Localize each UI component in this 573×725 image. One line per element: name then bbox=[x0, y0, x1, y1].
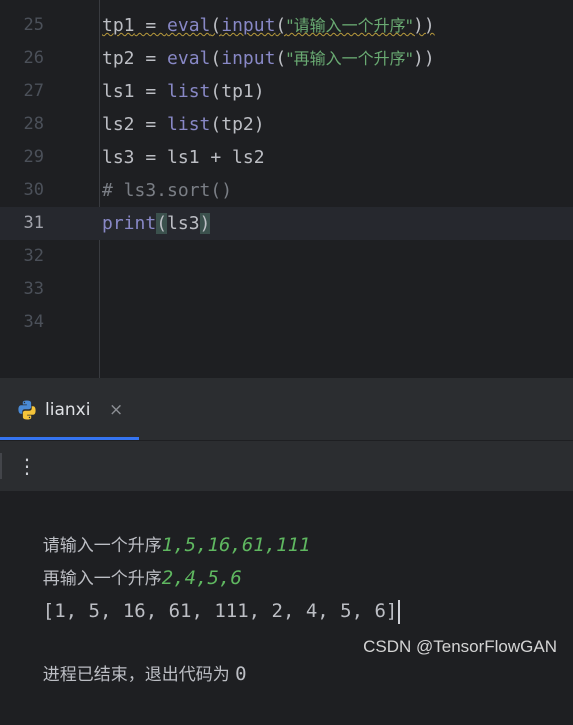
run-toolbar: ⋮ bbox=[0, 441, 573, 491]
text-caret bbox=[398, 599, 401, 624]
line-number: 28 bbox=[23, 114, 44, 134]
exit-message: 进程已结束，退出代码为 bbox=[42, 665, 236, 685]
code-line[interactable]: 32 bbox=[0, 240, 573, 273]
console-line: [1, 5, 16, 61, 111, 2, 4, 5, 6] bbox=[0, 562, 401, 624]
console-line: 进程已结束，退出代码为 0 bbox=[0, 625, 247, 685]
current-code-line[interactable]: 31 print(ls3) bbox=[0, 207, 573, 240]
watermark: CSDN @TensorFlowGAN bbox=[363, 637, 557, 656]
python-icon bbox=[18, 400, 36, 420]
code-line[interactable]: 34 bbox=[0, 306, 573, 339]
console-output: [1, 5, 16, 61, 111, 2, 4, 5, 6] bbox=[42, 600, 398, 622]
line-number: 33 bbox=[23, 279, 44, 299]
tab-label: lianxi bbox=[45, 400, 91, 420]
active-tab-indicator bbox=[0, 437, 139, 440]
line-number: 25 bbox=[23, 15, 44, 35]
code-text[interactable]: ls2 = list(tp2) bbox=[102, 108, 265, 141]
line-number: 32 bbox=[23, 246, 44, 266]
code-line[interactable]: 25 tp1 = eval(input("请输入一个升序")) bbox=[0, 9, 573, 42]
tab-lianxi[interactable]: lianxi × bbox=[0, 380, 139, 440]
code-text[interactable]: print(ls3) bbox=[102, 207, 211, 240]
code-line[interactable]: 33 bbox=[0, 273, 573, 306]
code-text[interactable]: ls1 = list(tp1) bbox=[102, 75, 265, 108]
line-number: 29 bbox=[23, 147, 44, 167]
close-icon[interactable]: × bbox=[109, 380, 123, 440]
line-number: 27 bbox=[23, 81, 44, 101]
code-editor[interactable]: 25 tp1 = eval(input("请输入一个升序")) 26 tp2 =… bbox=[0, 0, 573, 378]
code-line[interactable]: 30 # ls3.sort() bbox=[0, 174, 573, 207]
toolbar-divider bbox=[0, 453, 2, 479]
code-text[interactable]: tp1 = eval(input("请输入一个升序")) bbox=[102, 9, 435, 42]
line-number: 30 bbox=[23, 180, 44, 200]
code-text[interactable]: tp2 = eval(input("再输入一个升序")) bbox=[102, 42, 435, 75]
code-line[interactable]: 27 ls1 = list(tp1) bbox=[0, 75, 573, 108]
more-options-icon[interactable]: ⋮ bbox=[17, 441, 37, 491]
code-line[interactable]: 26 tp2 = eval(input("再输入一个升序")) bbox=[0, 42, 573, 75]
code-line[interactable]: 28 ls2 = list(tp2) bbox=[0, 108, 573, 141]
console-line: 请输入一个升序1,5,16,61,111 bbox=[0, 496, 311, 556]
line-number: 26 bbox=[23, 48, 44, 68]
console-line: 再输入一个升序2,4,5,6 bbox=[0, 529, 242, 589]
line-number: 34 bbox=[23, 312, 44, 332]
code-text[interactable]: ls3 = ls1 + ls2 bbox=[102, 141, 265, 174]
exit-code: 0 bbox=[235, 663, 247, 685]
code-line[interactable]: 29 ls3 = ls1 + ls2 bbox=[0, 141, 573, 174]
run-tab-bar: lianxi × bbox=[0, 380, 573, 441]
line-number: 31 bbox=[23, 213, 44, 233]
code-comment[interactable]: # ls3.sort() bbox=[102, 174, 232, 207]
